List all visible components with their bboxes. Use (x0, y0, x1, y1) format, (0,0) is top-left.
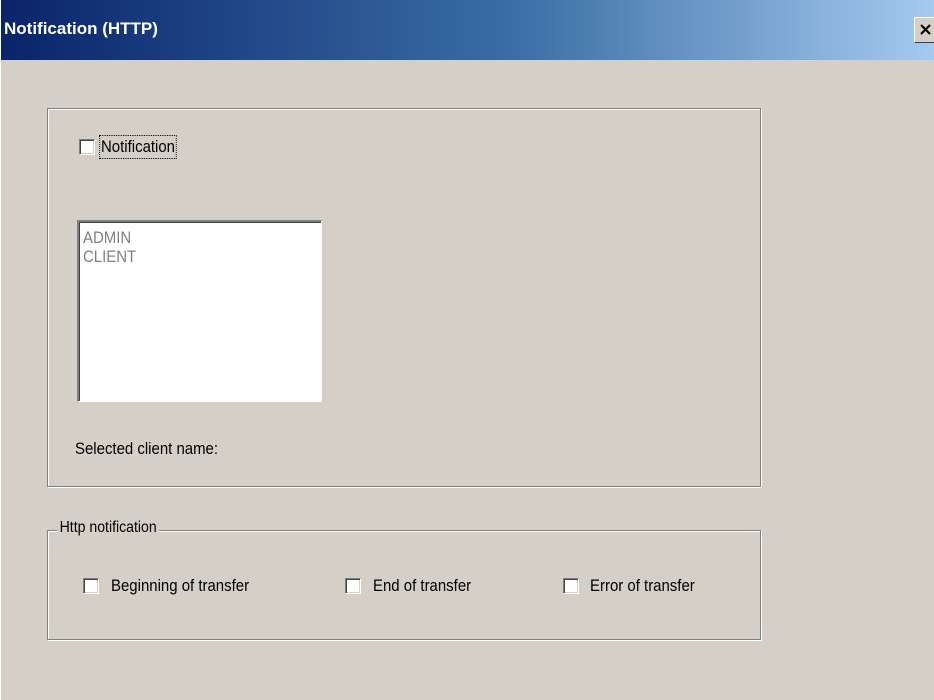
end-of-transfer-label[interactable]: End of transfer (373, 576, 471, 596)
list-item[interactable]: CLIENT (83, 247, 292, 266)
title-bar[interactable]: Notification (HTTP) (1, 0, 934, 60)
notification-checkbox[interactable] (79, 139, 95, 155)
error-of-transfer-checkbox[interactable] (563, 578, 579, 594)
end-of-transfer-checkbox[interactable] (345, 578, 361, 594)
list-item[interactable]: ADMIN (83, 228, 292, 247)
window-title: Notification (HTTP) (4, 19, 158, 38)
close-button[interactable] (914, 17, 934, 43)
beginning-of-transfer-checkbox[interactable] (83, 578, 99, 594)
http-notification-legend: Http notification (57, 519, 160, 537)
beginning-of-transfer-label[interactable]: Beginning of transfer (111, 576, 249, 596)
client-listbox[interactable]: ADMIN CLIENT (77, 220, 322, 402)
close-icon (920, 24, 931, 35)
notification-dialog: Notification (HTTP) Notification ADMIN C… (0, 0, 934, 700)
selected-client-name-label: Selected client name: (75, 439, 219, 458)
notification-checkbox-label[interactable]: Notification (99, 135, 177, 159)
error-of-transfer-label[interactable]: Error of transfer (590, 576, 695, 596)
